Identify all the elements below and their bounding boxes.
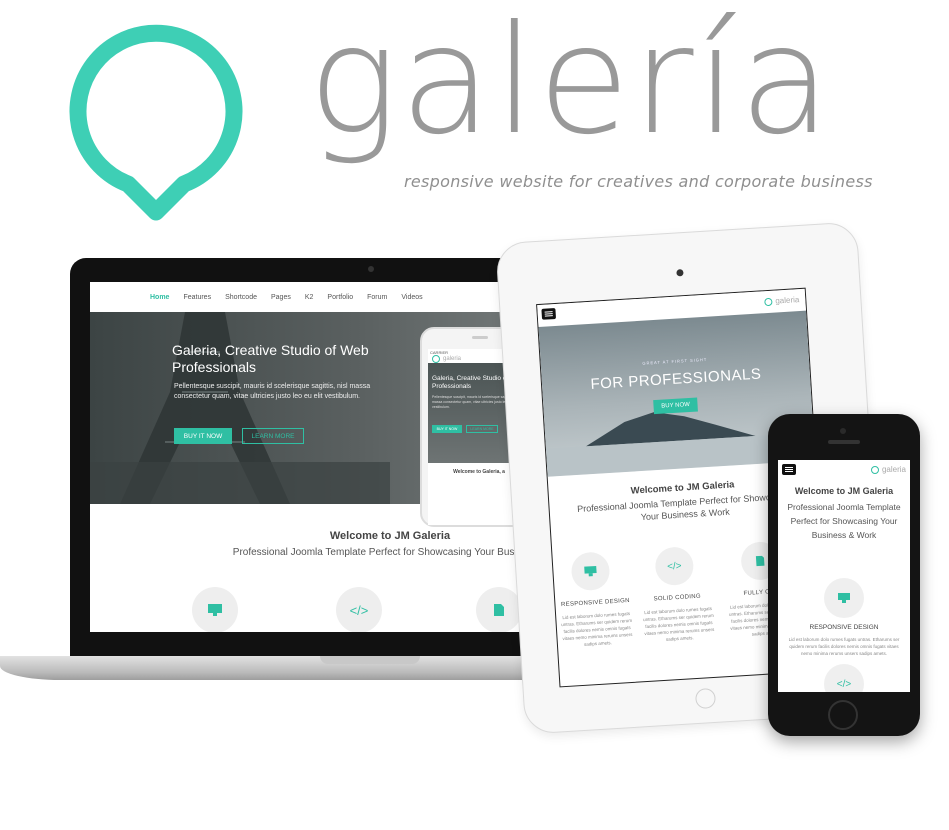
mini-phone-speaker [472, 336, 488, 339]
buy-it-now-button[interactable]: BUY IT NOW [174, 428, 232, 444]
nav-pages[interactable]: Pages [271, 294, 291, 301]
feature-title-coding: SOLID CODING [653, 593, 702, 603]
nav-portfolio[interactable]: Portfolio [327, 294, 353, 301]
laptop-notch [320, 656, 420, 664]
nav-shortcode[interactable]: Shortcode [225, 294, 257, 301]
monitor-icon [570, 551, 611, 592]
phone-feature-text: Lid est laborum dolo rumes fugats untras… [788, 637, 900, 656]
monitor-icon [192, 587, 238, 632]
phone-welcome-subtitle: Professional Joomla Template Perfect for… [787, 502, 901, 540]
brand-tagline: responsive website for creatives and cor… [404, 172, 873, 191]
map-pin-icon [69, 24, 243, 221]
monitor-icon [824, 578, 864, 618]
tablet-buy-button[interactable]: BUY NOW [653, 397, 698, 415]
phone-camera [840, 428, 846, 434]
tablet-logo: galeria [764, 295, 800, 306]
nav-forum[interactable]: Forum [367, 294, 387, 301]
laptop-camera [368, 266, 374, 272]
hero-title: Galeria, Creative Studio of Web Professi… [172, 342, 369, 375]
phone-home-button[interactable] [828, 700, 858, 730]
menu-icon[interactable] [782, 464, 796, 475]
nav-k2[interactable]: K2 [305, 294, 314, 301]
phone-screen: galeria Welcome to JM Galeria Profession… [778, 460, 910, 692]
document-icon [476, 587, 522, 632]
nav-features[interactable]: Features [183, 294, 211, 301]
feature-title-responsive: RESPONSIVE DESIGN [560, 597, 630, 609]
learn-more-button[interactable]: LEARN MORE [242, 428, 304, 444]
tablet-camera [676, 269, 684, 277]
nav-videos[interactable]: Videos [401, 294, 422, 301]
phone-device: galeria Welcome to JM Galeria Profession… [768, 414, 920, 736]
brand-wordmark: galería [308, 0, 834, 168]
code-icon: </> [654, 546, 695, 587]
menu-icon[interactable] [541, 307, 557, 320]
feature-text: Lid est laborum dolo rumes fugats untras… [643, 605, 715, 642]
eiffel-tower-image [90, 312, 390, 504]
code-icon: </> [336, 587, 382, 632]
tablet-home-button[interactable] [694, 687, 717, 710]
code-icon: </> [824, 664, 864, 692]
phone-speaker [828, 440, 860, 444]
phone-logo-text: galeria [881, 465, 906, 474]
phone-feature-title: RESPONSIVE DESIGN [809, 624, 879, 631]
phone-logo: galeria [870, 465, 906, 474]
feature-text: Lid est laborum dolo rumes fugats untras… [561, 610, 633, 647]
mini-buy-button[interactable]: BUY IT NOW [432, 425, 462, 433]
mini-phone-logo-text: galeria [443, 356, 462, 362]
phone-welcome-title: Welcome to JM Galeria [794, 486, 894, 496]
hero-text: Pellentesque suscipit, mauris id sceleri… [174, 383, 371, 400]
tablet-logo-text: galeria [775, 295, 800, 306]
nav-home[interactable]: Home [150, 294, 169, 301]
mini-learn-button[interactable]: LEARN MORE [466, 425, 498, 433]
mini-phone-logo: galeria [432, 355, 461, 363]
